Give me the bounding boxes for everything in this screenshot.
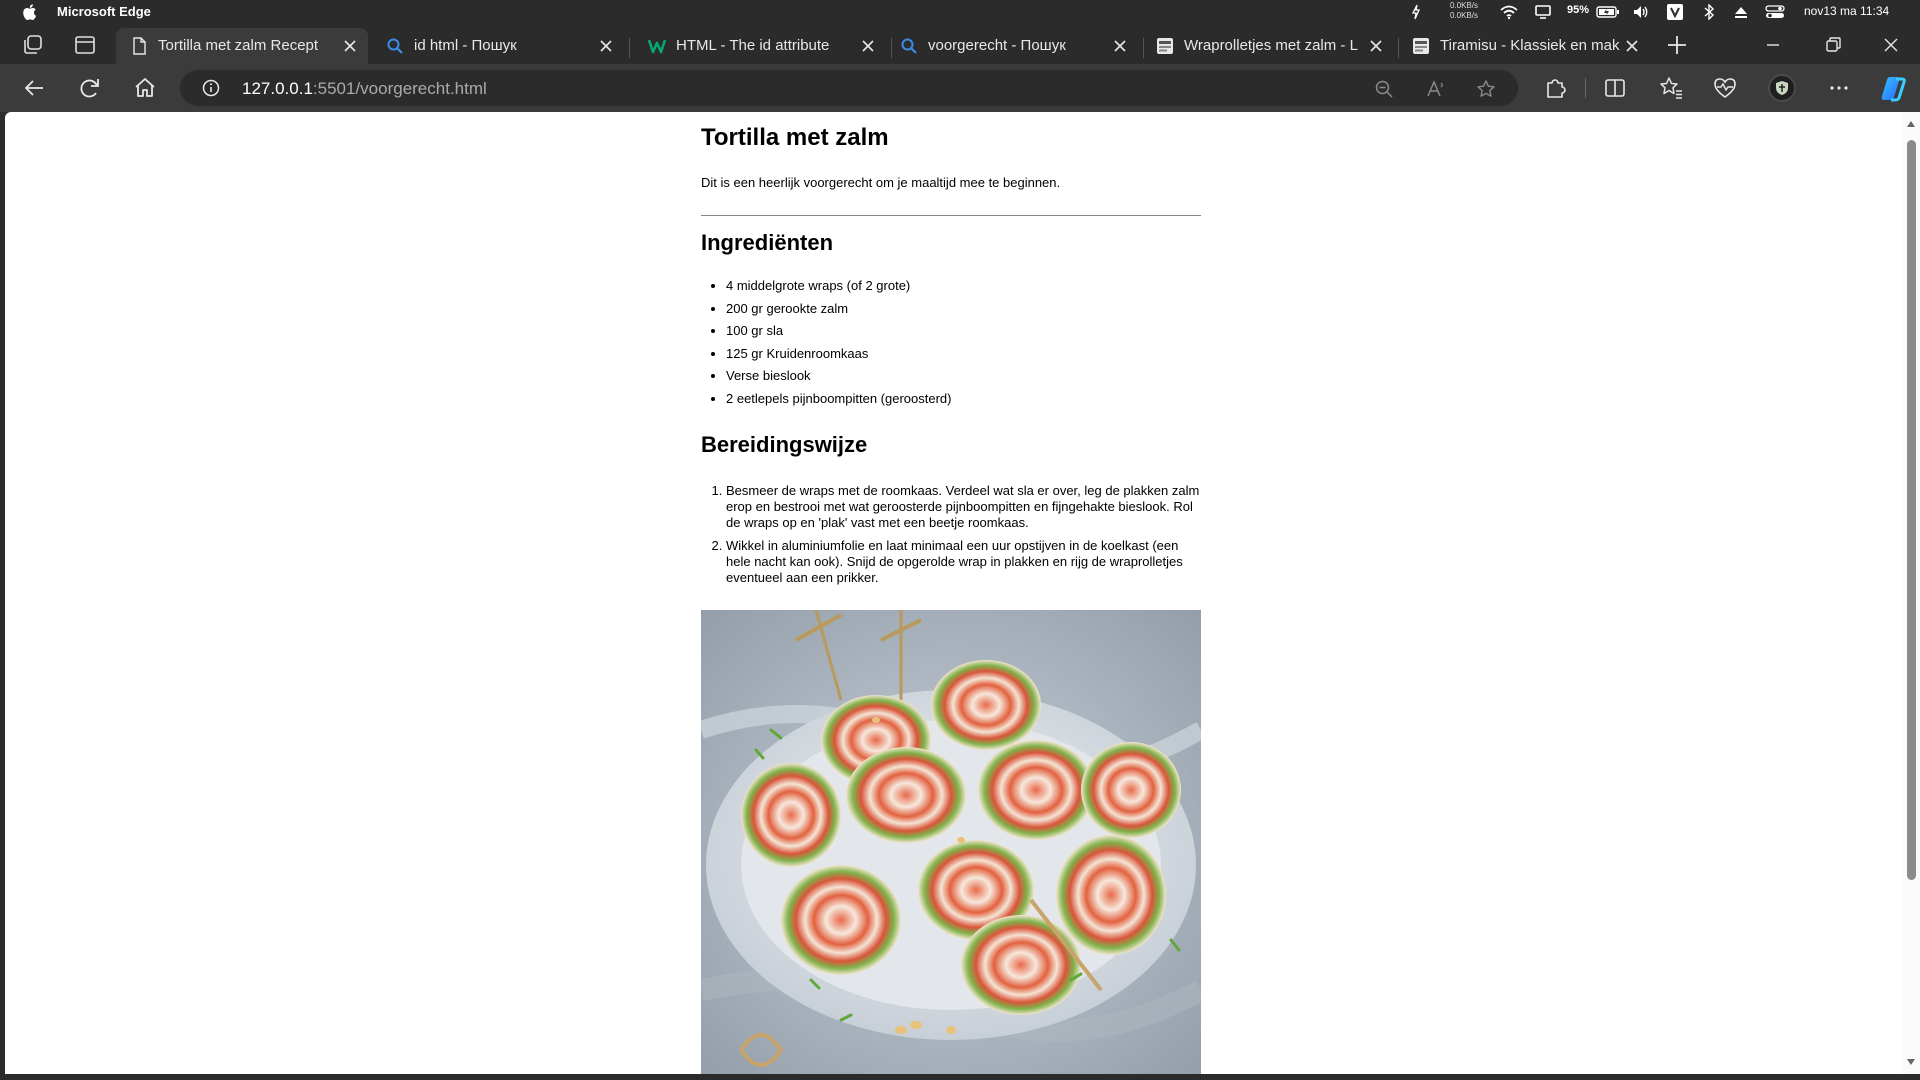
tortilla-rolls-photo (701, 610, 1201, 1074)
tab-title: Tiramisu - Klassiek en mak (1440, 37, 1620, 54)
favorite-star-icon[interactable] (1476, 79, 1496, 99)
ingredient-item: 4 middelgrote wraps (of 2 grote) (726, 278, 1201, 294)
minimize-window-icon[interactable] (1760, 32, 1786, 58)
control-center-icon[interactable] (1765, 4, 1785, 20)
zoom-out-icon[interactable] (1374, 79, 1394, 99)
system-menubar: Microsoft Edge 0.0KB/s 0.0KB/s 95% nov13… (0, 0, 1920, 24)
tab-voorgerecht-search[interactable]: voorgerecht - Пошук (886, 28, 1138, 64)
ingredients-heading: Ingrediënten (701, 230, 834, 255)
preparation-heading: Bereidingswijze (701, 432, 868, 457)
site-info-icon[interactable] (202, 79, 220, 97)
search-icon (387, 38, 403, 54)
network-speed[interactable]: 0.0KB/s 0.0KB/s (1450, 1, 1478, 21)
scroll-up-arrow-icon[interactable] (1907, 121, 1915, 127)
tab-wraprolletjes[interactable]: Wraprolletjes met zalm - L (1142, 28, 1394, 64)
volume-icon[interactable] (1632, 4, 1650, 20)
vertical-scrollbar[interactable] (1902, 112, 1920, 1074)
wifi-icon[interactable] (1500, 4, 1518, 20)
step-item: Wikkel in aluminiumfolie en laat minimaa… (726, 538, 1201, 586)
ingredient-item: 125 gr Kruidenroomkaas (726, 346, 1201, 362)
toolbar-divider (1585, 78, 1586, 98)
workspaces-icon[interactable] (20, 32, 46, 58)
copilot-icon[interactable] (1878, 73, 1908, 103)
address-bar[interactable]: 127.0.0.1:5501/voorgerecht.html (180, 70, 1518, 106)
scroll-down-arrow-icon[interactable] (1907, 1059, 1915, 1065)
ingredient-item: 100 gr sla (726, 323, 1201, 339)
net-down-value: 0.0KB/s (1450, 11, 1479, 20)
browser-essentials-icon[interactable] (1712, 75, 1738, 101)
eject-icon[interactable] (1734, 4, 1748, 20)
active-app-name[interactable]: Microsoft Edge (57, 4, 151, 19)
more-options-icon[interactable] (1826, 75, 1852, 101)
url-text[interactable]: 127.0.0.1:5501/voorgerecht.html (242, 79, 487, 99)
refresh-icon[interactable] (77, 75, 103, 101)
tab-title: voorgerecht - Пошук (928, 37, 1066, 54)
split-screen-icon[interactable] (1602, 75, 1628, 101)
close-tab-icon[interactable] (860, 38, 876, 54)
close-tab-icon[interactable] (1112, 38, 1128, 54)
close-window-icon[interactable] (1878, 32, 1904, 58)
activity-icon[interactable] (1410, 4, 1422, 20)
ingredient-item: Verse bieslook (726, 368, 1201, 384)
ingredient-item: 2 eetlepels pijnboompitten (geroosterd) (726, 391, 1201, 407)
tab-actions-icon[interactable] (72, 32, 98, 58)
vpn-v-icon[interactable] (1667, 4, 1683, 20)
menubar-clock[interactable]: nov13 ma 11:34 (1804, 4, 1889, 20)
tab-title: Wraprolletjes met zalm - L (1184, 37, 1358, 54)
bluetooth-icon[interactable] (1703, 4, 1715, 20)
tab-id-html-search[interactable]: id html - Пошук (372, 28, 624, 64)
apple-logo-icon[interactable] (21, 3, 37, 21)
ingredients-list: 4 middelgrote wraps (of 2 grote) 200 gr … (726, 278, 1201, 414)
preparation-steps: Besmeer de wraps met de roomkaas. Verdee… (726, 483, 1201, 593)
search-icon (901, 38, 917, 54)
step-item: Besmeer de wraps met de roomkaas. Verdee… (726, 483, 1201, 531)
ingredient-item: 200 gr gerookte zalm (726, 301, 1201, 317)
tab-strip: Tortilla met zalm Recept id html - Пошук… (0, 24, 1920, 64)
browser-toolbar: 127.0.0.1:5501/voorgerecht.html (0, 64, 1920, 112)
w3schools-icon (648, 39, 666, 54)
close-tab-icon[interactable] (598, 38, 614, 54)
tab-html-id-attribute[interactable]: HTML - The id attribute (634, 28, 886, 64)
restore-window-icon[interactable] (1820, 32, 1846, 58)
window-bottom-edge (0, 1074, 1920, 1080)
tab-tortilla-met-zalm[interactable]: Tortilla met zalm Recept (116, 28, 368, 64)
net-up-value: 0.0KB/s (1450, 1, 1479, 10)
profile-avatar[interactable] (1768, 74, 1796, 102)
back-arrow-icon[interactable] (22, 75, 48, 101)
home-icon[interactable] (132, 75, 158, 101)
close-tab-icon[interactable] (342, 38, 358, 54)
new-tab-plus-icon[interactable] (1664, 32, 1690, 58)
favorites-icon[interactable] (1658, 75, 1684, 101)
url-path: :5501/voorgerecht.html (312, 79, 487, 98)
battery-icon[interactable] (1596, 4, 1620, 20)
tab-title: id html - Пошук (414, 37, 517, 54)
tab-title: Tortilla met zalm Recept (158, 37, 319, 54)
close-tab-icon[interactable] (1368, 38, 1384, 54)
url-host: 127.0.0.1 (242, 79, 313, 98)
intro-text: Dit is een heerlijk voorgerecht om je ma… (701, 175, 1061, 190)
profile-shield-icon (1776, 81, 1788, 95)
site-icon (1413, 38, 1429, 54)
page-title: Tortilla met zalm (701, 124, 889, 151)
extensions-icon[interactable] (1542, 75, 1568, 101)
divider (701, 215, 1201, 216)
page-icon (133, 37, 146, 55)
tab-title: HTML - The id attribute (676, 37, 830, 54)
display-icon[interactable] (1534, 4, 1552, 20)
page-viewport[interactable]: Tortilla met zalm Dit is een heerlijk vo… (5, 112, 1920, 1074)
site-icon (1157, 38, 1173, 54)
tab-separator (629, 38, 630, 58)
tab-tiramisu[interactable]: Tiramisu - Klassiek en mak (1398, 28, 1650, 64)
read-aloud-icon[interactable] (1426, 79, 1446, 99)
scrollbar-thumb[interactable] (1907, 140, 1916, 880)
battery-percentage[interactable]: 95% (1567, 4, 1589, 20)
close-tab-icon[interactable] (1624, 38, 1640, 54)
